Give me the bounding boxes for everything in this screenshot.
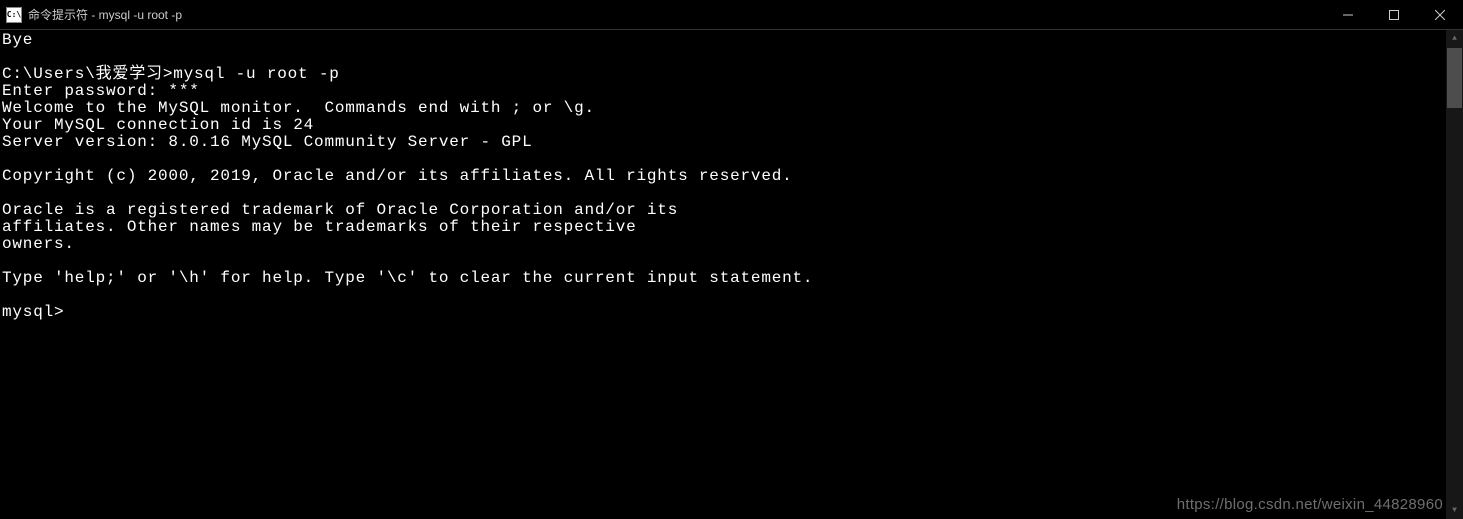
window-controls: [1325, 0, 1463, 29]
minimize-button[interactable]: [1325, 0, 1371, 29]
close-button[interactable]: [1417, 0, 1463, 29]
minimize-icon: [1343, 10, 1353, 20]
maximize-icon: [1389, 10, 1399, 20]
window-titlebar: C:\ 命令提示符 - mysql -u root -p: [0, 0, 1463, 30]
scroll-down-arrow[interactable]: ▼: [1446, 502, 1463, 519]
scrollbar-thumb[interactable]: [1447, 48, 1462, 108]
window-title: 命令提示符 - mysql -u root -p: [28, 6, 182, 23]
vertical-scrollbar[interactable]: ▲ ▼: [1446, 30, 1463, 519]
close-icon: [1435, 10, 1445, 20]
cmd-icon: C:\: [6, 7, 22, 23]
titlebar-left: C:\ 命令提示符 - mysql -u root -p: [6, 6, 182, 23]
scroll-up-arrow[interactable]: ▲: [1446, 30, 1463, 47]
content-area: Bye C:\Users\我爱学习>mysql -u root -p Enter…: [0, 30, 1463, 519]
terminal-output[interactable]: Bye C:\Users\我爱学习>mysql -u root -p Enter…: [0, 30, 1446, 519]
maximize-button[interactable]: [1371, 0, 1417, 29]
watermark-text: https://blog.csdn.net/weixin_44828960: [1177, 496, 1443, 513]
